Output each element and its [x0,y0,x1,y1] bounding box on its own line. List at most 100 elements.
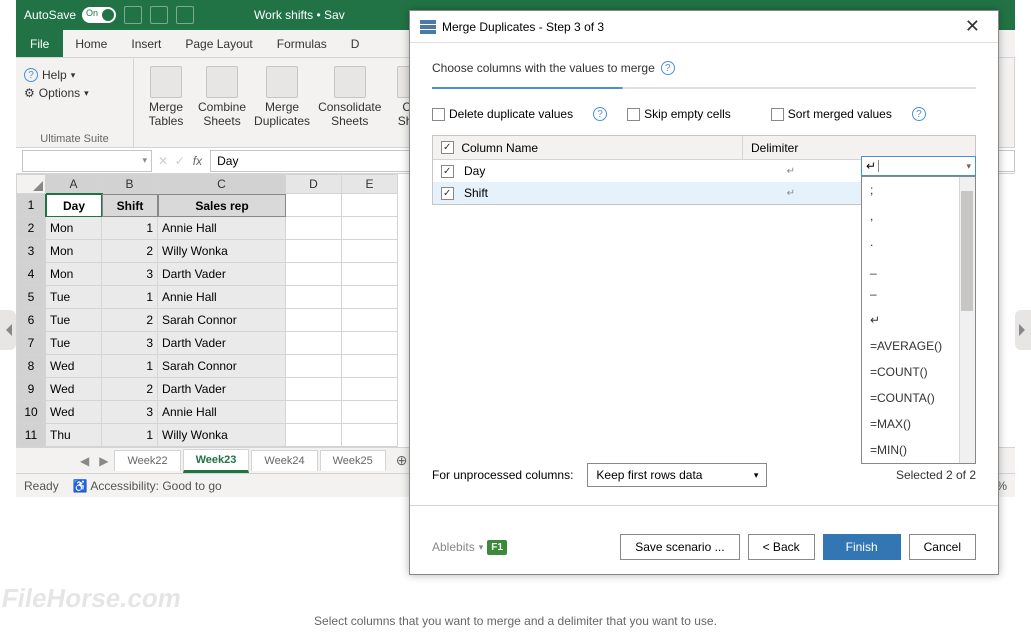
nav-next[interactable] [1015,310,1031,350]
tab-formulas[interactable]: Formulas [265,30,339,57]
row-header[interactable]: 10 [16,401,46,424]
cell[interactable]: Darth Vader [158,263,286,286]
cell[interactable]: 2 [102,378,158,401]
cell-header-rep[interactable]: Sales rep [158,194,286,217]
tab-d[interactable]: D [339,30,372,57]
cell[interactable] [342,355,398,378]
cell[interactable] [286,217,342,240]
merge-tables-button[interactable]: Merge Tables [142,66,190,128]
cell[interactable]: Annie Hall [158,217,286,240]
delete-duplicates-checkbox[interactable]: Delete duplicate values [432,107,573,121]
options-link[interactable]: ⚙Options ▾ [24,86,89,100]
delimiter-dropdown[interactable]: ↵ ▾ [861,156,976,176]
cell[interactable]: Annie Hall [158,286,286,309]
day-checkbox[interactable] [441,165,454,178]
cell[interactable] [286,286,342,309]
sheet-nav-next[interactable]: ▶ [95,454,112,468]
select-all-corner[interactable] [16,174,46,194]
merge-duplicates-button[interactable]: Merge Duplicates [254,66,310,128]
cell[interactable]: 2 [102,309,158,332]
cell[interactable] [286,240,342,263]
help-icon[interactable]: ? [661,61,675,75]
cell[interactable] [286,263,342,286]
row-header[interactable]: 5 [16,286,46,309]
cell[interactable]: Mon [46,217,102,240]
row-header[interactable]: 8 [16,355,46,378]
cell[interactable]: Willy Wonka [158,424,286,447]
sheet-tab-week23[interactable]: Week23 [183,449,250,473]
select-all-checkbox[interactable] [441,141,454,154]
col-header-d[interactable]: D [286,174,342,194]
back-button[interactable]: < Back [748,534,815,560]
save-icon[interactable] [124,6,142,24]
skip-empty-checkbox[interactable]: Skip empty cells [627,107,731,121]
cell[interactable] [286,332,342,355]
cell[interactable] [286,378,342,401]
toggle-switch[interactable]: On [82,7,116,23]
sheet-nav-prev[interactable]: ◀ [76,454,93,468]
cell[interactable] [286,194,342,217]
cell[interactable]: 1 [102,217,158,240]
row-header[interactable]: 3 [16,240,46,263]
cell[interactable]: Mon [46,263,102,286]
help-link[interactable]: ?Help ▾ [24,68,75,82]
cell[interactable]: Tue [46,286,102,309]
row-header[interactable]: 9 [16,378,46,401]
cell[interactable]: Sarah Connor [158,355,286,378]
row-header[interactable]: 2 [16,217,46,240]
cell[interactable] [286,355,342,378]
cell[interactable]: Thu [46,424,102,447]
cell[interactable]: Wed [46,401,102,424]
cell[interactable]: 1 [102,424,158,447]
cell[interactable]: Darth Vader [158,378,286,401]
close-button[interactable]: ✕ [957,16,988,37]
undo-icon[interactable] [150,6,168,24]
cell[interactable]: Tue [46,309,102,332]
row-header[interactable]: 7 [16,332,46,355]
cell[interactable]: Willy Wonka [158,240,286,263]
col-header-c[interactable]: C [158,174,286,194]
cell[interactable] [342,217,398,240]
brand-label[interactable]: Ablebits ▾ F1 [432,540,507,555]
cell[interactable]: Tue [46,332,102,355]
unprocessed-select[interactable]: Keep first rows data ▾ [587,463,767,487]
combine-sheets-button[interactable]: Combine Sheets [198,66,246,128]
redo-icon[interactable] [176,6,194,24]
cell[interactable] [286,309,342,332]
cell[interactable]: Wed [46,378,102,401]
cell[interactable] [342,424,398,447]
cell[interactable] [342,194,398,217]
row-header[interactable]: 11 [16,424,46,447]
dropdown-scrollbar[interactable] [959,177,975,463]
tab-file[interactable]: File [16,30,63,57]
tab-page-layout[interactable]: Page Layout [173,30,264,57]
cell[interactable] [342,332,398,355]
cell[interactable] [342,378,398,401]
cell[interactable]: Sarah Connor [158,309,286,332]
cell[interactable]: 3 [102,401,158,424]
col-header-a[interactable]: A [46,174,102,194]
nav-prev[interactable] [0,310,16,350]
cell[interactable] [342,401,398,424]
row-header[interactable]: 4 [16,263,46,286]
row-header[interactable]: 1 [16,194,46,217]
cell[interactable]: 2 [102,240,158,263]
cell[interactable] [342,309,398,332]
cell[interactable]: 1 [102,355,158,378]
cell[interactable]: Mon [46,240,102,263]
cell[interactable]: 3 [102,332,158,355]
shift-checkbox[interactable] [441,187,454,200]
cell[interactable]: 1 [102,286,158,309]
finish-button[interactable]: Finish [823,534,901,560]
cell[interactable] [342,286,398,309]
cancel-button[interactable]: Cancel [909,534,976,560]
sheet-tab-week25[interactable]: Week25 [320,450,386,471]
accessibility-status[interactable]: ♿ Accessibility: Good to go [73,479,222,493]
col-header-e[interactable]: E [342,174,398,194]
col-header-b[interactable]: B [102,174,158,194]
help-icon[interactable]: ? [912,107,926,121]
fx-label[interactable]: fx [193,154,202,168]
tab-insert[interactable]: Insert [119,30,173,57]
tab-home[interactable]: Home [63,30,119,57]
cell[interactable]: Annie Hall [158,401,286,424]
